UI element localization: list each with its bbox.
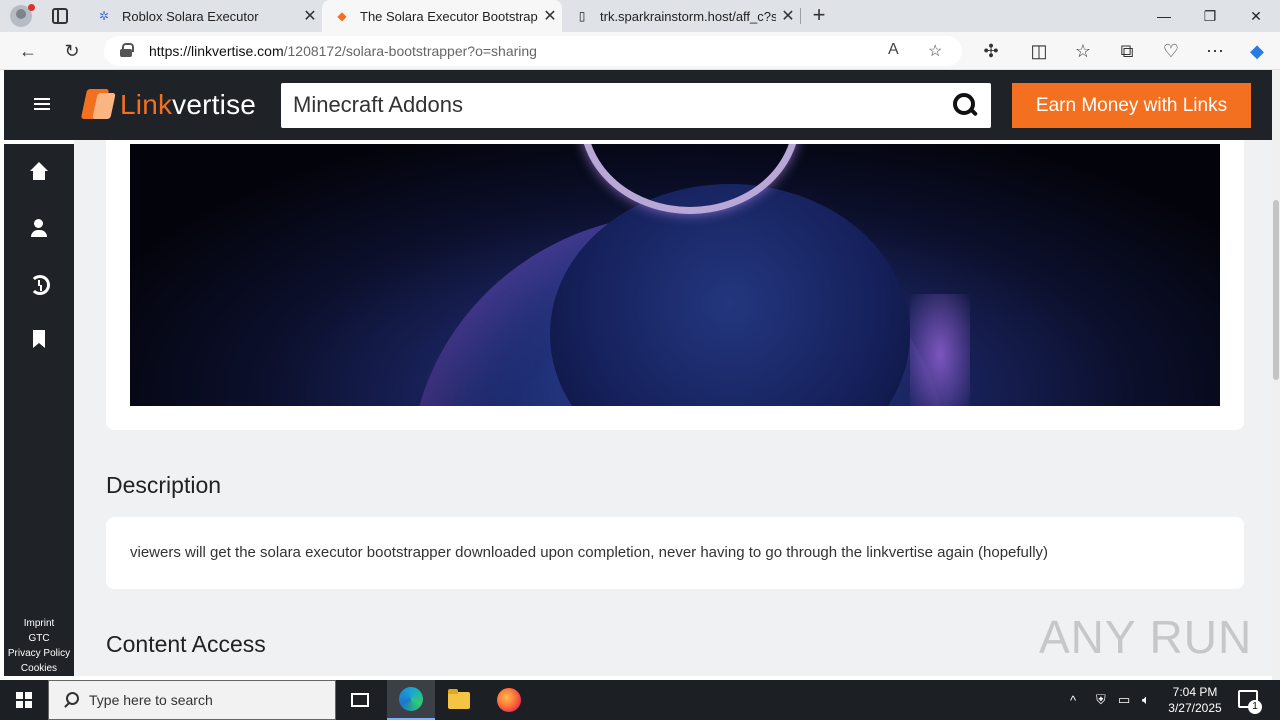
copilot-icon[interactable]: ◆	[1243, 37, 1271, 65]
favorites-icon[interactable]: ☆	[1069, 37, 1097, 65]
minimize-button[interactable]: —	[1141, 0, 1187, 32]
notification-count-badge: 1	[1248, 700, 1262, 714]
tab-title: Roblox Solara Executor	[122, 8, 259, 24]
start-button[interactable]	[0, 680, 48, 720]
description-card: viewers will get the solara executor boo…	[106, 517, 1244, 589]
linkvertise-logo-icon	[80, 89, 116, 121]
tab-roblox-solara-executor[interactable]: ✲ Roblox Solara Executor ✕	[84, 0, 322, 32]
read-aloud-icon[interactable]: A	[888, 41, 899, 59]
close-tab-icon[interactable]: ✕	[776, 6, 800, 26]
search-icon	[63, 692, 79, 708]
volume-icon[interactable]: 🔈︎	[1142, 680, 1150, 720]
file-explorer-button[interactable]	[435, 680, 483, 720]
lock-icon[interactable]	[120, 43, 134, 57]
split-screen-icon[interactable]: ◫	[1025, 37, 1053, 65]
url-host: https://linkvertise.com	[149, 43, 284, 59]
tab-solara-bootstrapper[interactable]: ◆ The Solara Executor Bootstrapper ✕	[322, 0, 562, 32]
banner-image	[130, 144, 1220, 406]
security-tray-icon[interactable]: ⛨	[1096, 680, 1106, 720]
network-icon[interactable]: ▭	[1118, 680, 1130, 720]
new-tab-button[interactable]: +	[808, 4, 830, 28]
banner-sphere	[550, 184, 910, 406]
more-menu-icon[interactable]: ⋯	[1201, 37, 1229, 65]
clock-date: 3/27/2025	[1168, 701, 1222, 715]
privacy-policy-link[interactable]: Privacy Policy	[4, 646, 74, 661]
menu-icon[interactable]	[34, 98, 50, 110]
favorite-star-icon[interactable]: ☆	[928, 41, 942, 61]
show-hidden-icons-button[interactable]: ^	[1070, 680, 1076, 720]
browser-essentials-icon[interactable]: ♡	[1157, 37, 1185, 65]
site-search-input[interactable]	[293, 91, 933, 119]
url-path: /1208172/solara-bootstrapper?o=sharing	[283, 43, 537, 59]
tab-title: The Solara Executor Bootstrapper	[360, 8, 538, 24]
firefox-taskbar-button[interactable]	[485, 680, 533, 720]
banner-card	[106, 140, 1244, 430]
edge-taskbar-button[interactable]	[387, 680, 435, 720]
home-icon[interactable]	[29, 162, 49, 182]
browser-tab-strip: ✲ Roblox Solara Executor ✕ ◆ The Solara …	[0, 0, 1280, 32]
extensions-icon[interactable]: ✣	[977, 37, 1005, 65]
page-scrollbar-thumb[interactable]	[1273, 200, 1279, 380]
tab-separator	[800, 8, 801, 24]
windows-logo-icon	[16, 692, 32, 708]
main-content: Description viewers will get the solara …	[74, 140, 1276, 676]
tab-title: trk.sparkrainstorm.host/aff_c?sou	[600, 8, 776, 24]
site-search-box	[281, 83, 991, 128]
profile-notification-dot	[28, 4, 35, 11]
taskbar-search[interactable]: Type here to search	[48, 680, 336, 720]
task-view-button[interactable]	[336, 680, 384, 720]
left-nav-rail: Imprint GTC Privacy Policy Cookies	[4, 144, 74, 676]
back-button[interactable]: ←	[14, 37, 42, 65]
description-heading: Description	[106, 472, 222, 498]
taskbar-clock[interactable]: 7:04 PM 3/27/2025	[1160, 684, 1230, 716]
task-view-icon	[351, 693, 369, 707]
anyrun-watermark: ANY RUN	[1039, 611, 1253, 663]
tab-sparkrainstorm[interactable]: ▯ trk.sparkrainstorm.host/aff_c?sou ✕	[562, 0, 800, 32]
description-text: viewers will get the solara executor boo…	[130, 544, 1049, 561]
bookmark-icon[interactable]	[29, 330, 49, 350]
linkvertise-favicon-icon: ◆	[337, 9, 347, 23]
address-bar[interactable]: https://linkvertise.com/1208172/solara-b…	[104, 36, 962, 66]
history-icon[interactable]	[29, 274, 50, 295]
page-favicon-icon: ▯	[578, 9, 586, 23]
earn-money-button[interactable]: Earn Money with Links	[1012, 83, 1251, 128]
gtc-link[interactable]: GTC	[4, 631, 74, 646]
collections-icon[interactable]: ⧉	[1113, 37, 1141, 65]
tab-actions-icon[interactable]	[52, 8, 68, 24]
user-icon[interactable]	[29, 218, 49, 238]
clock-time: 7:04 PM	[1172, 685, 1218, 699]
windows-taskbar: Type here to search ^ ⛨ ▭ 🔈︎ 7:04 PM 3/2…	[0, 680, 1280, 720]
imprint-link[interactable]: Imprint	[4, 616, 74, 631]
banner-glow	[910, 294, 970, 406]
refresh-button[interactable]: ↻	[58, 37, 86, 65]
screen: ✲ Roblox Solara Executor ✕ ◆ The Solara …	[0, 0, 1280, 720]
close-window-button[interactable]: ✕	[1233, 0, 1279, 32]
cookies-link[interactable]: Cookies	[4, 661, 74, 676]
content-access-heading: Content Access	[106, 631, 266, 657]
search-icon[interactable]	[953, 93, 979, 119]
linkvertise-logo[interactable]: Linkvertise	[80, 89, 257, 121]
folder-icon	[448, 688, 470, 709]
browser-toolbar: ← ↻ https://linkvertise.com/1208172/sola…	[0, 32, 1280, 70]
close-tab-icon[interactable]: ✕	[538, 6, 562, 26]
close-tab-icon[interactable]: ✕	[298, 6, 322, 26]
footer-links: Imprint GTC Privacy Policy Cookies	[4, 616, 74, 676]
site-header: Linkvertise Earn Money with Links	[4, 70, 1276, 140]
restore-button[interactable]: ❐	[1187, 0, 1233, 32]
roblox-favicon-icon: ✲	[98, 9, 110, 23]
edge-icon	[399, 687, 423, 711]
logo-text: Linkvertise	[120, 89, 257, 120]
taskbar-search-placeholder: Type here to search	[89, 692, 213, 708]
url-text: https://linkvertise.com/1208172/solara-b…	[149, 43, 537, 59]
firefox-icon	[497, 688, 521, 712]
